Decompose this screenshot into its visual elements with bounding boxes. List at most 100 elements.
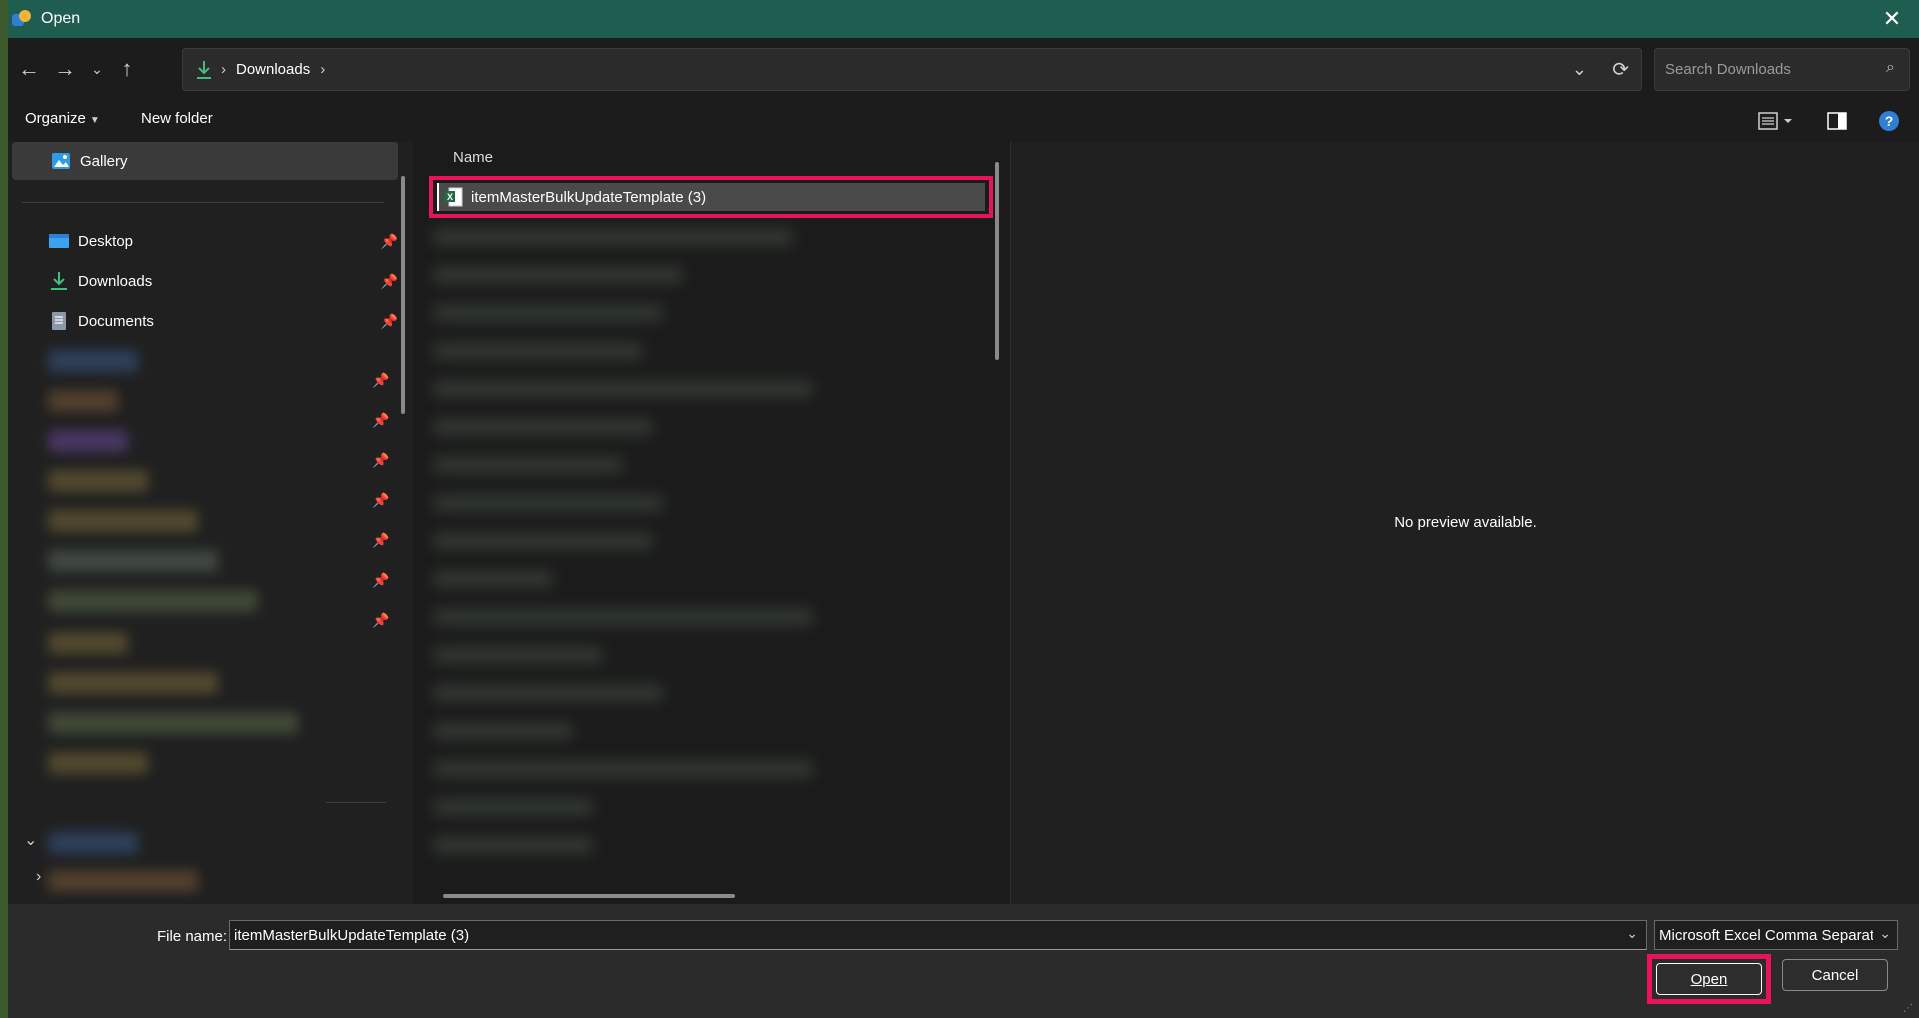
search-box[interactable]: ⌕ [1654, 48, 1910, 91]
refresh-icon[interactable]: ⟳ [1612, 57, 1629, 82]
organize-button[interactable]: Organize ▼ [25, 110, 100, 127]
svg-text:X: X [447, 192, 453, 202]
chevron-down-icon: ⌄ [91, 60, 103, 77]
caret-down-icon: ▼ [89, 115, 100, 126]
nav-item-documents[interactable]: Documents 📌 [12, 302, 398, 340]
column-header-name[interactable]: Name [453, 149, 493, 166]
obscured-file-row [433, 418, 653, 436]
new-folder-button[interactable]: New folder [141, 110, 213, 127]
preview-pane: No preview available. [1010, 142, 1919, 904]
navigation-pane: Gallery Desktop 📌 Downloads 📌 Documents … [8, 142, 413, 904]
navigation-bar: ← → ⌄ ↑ › Downloads › ⌄ ⟳ ⌕ [8, 38, 1919, 100]
arrow-up-icon: ↑ [121, 56, 133, 81]
obscured-file-row [433, 570, 553, 588]
search-input[interactable] [1655, 49, 1865, 90]
pin-icon[interactable]: 📌 [372, 572, 389, 589]
cancel-button[interactable]: Cancel [1782, 959, 1888, 991]
obscured-file-row [433, 532, 653, 550]
close-button[interactable]: ✕ [1875, 5, 1909, 33]
dialog-footer: File name: ⌄ Microsoft Excel Comma Separ… [8, 904, 1919, 1018]
obscured-nav-item [48, 832, 138, 854]
obscured-file-row [433, 456, 623, 474]
nav-item-label: Gallery [80, 152, 128, 170]
obscured-file-row [433, 380, 813, 398]
file-name-field[interactable]: ⌄ [229, 920, 1647, 950]
address-history-dropdown[interactable]: ⌄ [1572, 59, 1587, 80]
obscured-file-row [433, 760, 813, 778]
obscured-nav-item [48, 672, 218, 694]
horizontal-scrollbar[interactable] [443, 894, 735, 898]
obscured-nav-item [48, 350, 138, 372]
address-bar[interactable]: › Downloads › ⌄ ⟳ [182, 48, 1642, 91]
file-name-input[interactable] [230, 922, 1610, 948]
cancel-label: Cancel [1811, 966, 1859, 984]
file-list: Name X itemMasterBulkUpdateTemplate (3) [413, 142, 1010, 904]
breadcrumb-separator: › [221, 61, 226, 78]
nav-item-gallery[interactable]: Gallery [12, 142, 398, 180]
open-button[interactable]: Open [1656, 963, 1762, 995]
file-row-selected[interactable]: X itemMasterBulkUpdateTemplate (3) [429, 176, 993, 218]
nav-divider [326, 802, 386, 803]
pin-icon[interactable]: 📌 [381, 233, 398, 250]
preview-pane-button[interactable] [1826, 110, 1848, 132]
nav-divider [22, 202, 384, 203]
resize-grip-icon[interactable]: ⋰ [1903, 1003, 1913, 1014]
window-title: Open [41, 10, 81, 27]
pin-icon[interactable]: 📌 [372, 412, 389, 429]
new-folder-label: New folder [141, 110, 213, 127]
obscured-nav-item [48, 510, 198, 532]
obscured-file-row [433, 342, 643, 360]
nav-item-label: Downloads [78, 272, 153, 290]
file-type-select[interactable]: Microsoft Excel Comma Separated ⌄ [1654, 920, 1898, 950]
breadcrumb-downloads[interactable]: Downloads [236, 61, 310, 78]
file-row-selection: X itemMasterBulkUpdateTemplate (3) [437, 183, 985, 211]
organize-label: Organize [25, 110, 86, 127]
back-button[interactable]: ← [12, 52, 46, 86]
download-icon [195, 59, 213, 81]
obscured-nav-item [48, 752, 148, 774]
obscured-file-row [433, 684, 663, 702]
obscured-file-row [433, 266, 683, 284]
up-button[interactable]: ↑ [110, 52, 144, 86]
pin-icon[interactable]: 📌 [372, 452, 389, 469]
close-icon: ✕ [1882, 6, 1902, 31]
title-bar: Open ✕ [8, 0, 1919, 38]
chevron-down-icon[interactable]: ⌄ [1626, 925, 1638, 942]
expand-chevron-down-icon[interactable]: ⌄ [24, 830, 37, 850]
open-label: Open [1690, 970, 1728, 988]
pin-icon[interactable]: 📌 [372, 532, 389, 549]
pin-icon[interactable]: 📌 [372, 612, 389, 629]
change-view-button[interactable] [1758, 110, 1792, 132]
obscured-nav-item [48, 390, 118, 412]
pin-icon[interactable]: 📌 [381, 273, 398, 290]
search-icon[interactable]: ⌕ [1886, 59, 1895, 77]
chevron-down-icon: ⌄ [1879, 925, 1891, 941]
preview-message: No preview available. [1394, 514, 1537, 531]
pin-icon[interactable]: 📌 [372, 492, 389, 509]
nav-item-desktop[interactable]: Desktop 📌 [12, 222, 398, 260]
nav-item-downloads[interactable]: Downloads 📌 [12, 262, 398, 300]
help-button[interactable]: ? [1878, 110, 1900, 132]
obscured-nav-item [48, 712, 298, 734]
breadcrumb-expand[interactable]: › [320, 61, 325, 78]
obscured-nav-item [48, 632, 128, 654]
obscured-file-row [433, 608, 813, 626]
vertical-scrollbar[interactable] [995, 162, 999, 360]
arrow-right-icon: → [54, 56, 76, 81]
obscured-nav-item [48, 430, 128, 452]
obscured-nav-item [48, 590, 258, 612]
open-dialog: Open ✕ ← → ⌄ ↑ › Downloads › ⌄ ⟳ ⌕ Organ… [8, 0, 1919, 1018]
pin-icon[interactable]: 📌 [381, 313, 398, 330]
navigation-scrollbar[interactable] [401, 176, 405, 414]
help-icon: ? [1879, 111, 1899, 131]
pin-icon[interactable]: 📌 [372, 372, 389, 389]
expand-chevron-right-icon[interactable]: › [36, 868, 41, 886]
command-bar: Organize ▼ New folder ? [8, 100, 1919, 142]
obscured-nav-item [48, 550, 218, 572]
svg-text:?: ? [1885, 113, 1894, 129]
nav-item-label: Documents [78, 312, 154, 330]
recent-locations-button[interactable]: ⌄ [80, 52, 114, 86]
forward-button[interactable]: → [48, 52, 82, 86]
obscured-file-row [433, 646, 603, 664]
download-icon [48, 270, 70, 292]
